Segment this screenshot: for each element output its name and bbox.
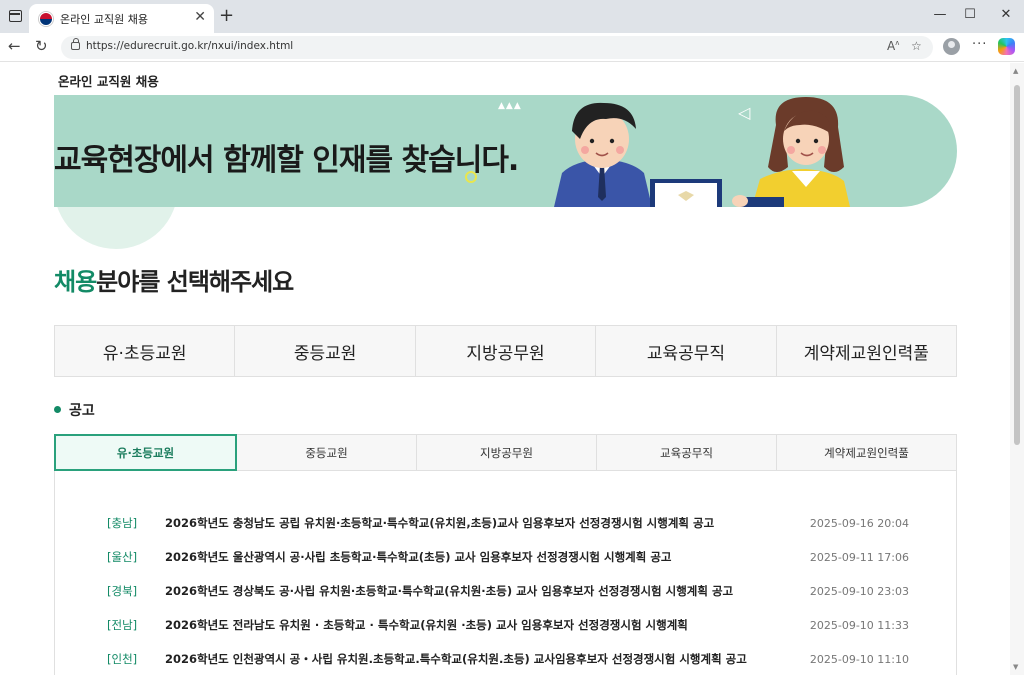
page-scrollbar[interactable]: ▲ ▼: [1010, 63, 1024, 675]
page-content: 온라인 교직원 채용 교육현장에서 함께할 인재를 찾습니다. ▲▲▲ ◁ 채용…: [0, 63, 1010, 675]
list-item[interactable]: [전남] 2026학년도 전라남도 유치원 · 초등학교 · 특수학교(유치원 …: [107, 608, 947, 642]
scroll-down-icon[interactable]: ▼: [1013, 663, 1018, 671]
copilot-icon[interactable]: [998, 38, 1015, 55]
notice-region: [울산]: [107, 550, 138, 564]
maximize-icon[interactable]: ☐: [960, 7, 980, 22]
browser-tab[interactable]: 온라인 교직원 채용 ✕: [29, 4, 214, 33]
bullet-dot-icon: [54, 406, 61, 413]
tab-education-staff[interactable]: 교육공무직: [597, 435, 777, 470]
refresh-icon[interactable]: ↻: [35, 37, 48, 55]
tab-contract-teacher-pool[interactable]: 계약제교원인력풀: [777, 435, 956, 470]
notice-date: 2025-09-11 17:06: [809, 550, 909, 564]
browser-tab-bar: 온라인 교직원 채용 ✕ + — ☐ ✕: [0, 0, 1024, 33]
notice-region: [경북]: [107, 584, 138, 598]
decorative-circle: [56, 207, 178, 251]
list-item[interactable]: [인천] 2026학년도 인천광역시 공・사립 유치원.초등학교.특수학교(유치…: [107, 642, 947, 675]
more-options-icon[interactable]: ···: [972, 37, 987, 52]
category-selector: 유·초등교원 중등교원 지방공무원 교육공무직 계약제교원인력풀: [54, 325, 957, 377]
url-text[interactable]: https://edurecruit.go.kr/nxui/index.html: [86, 40, 293, 52]
lock-icon[interactable]: [71, 38, 80, 50]
notice-tabs: 유·초등교원 중등교원 지방공무원 교육공무직 계약제교원인력풀: [54, 434, 957, 471]
tab-title: 온라인 교직원 채용: [60, 13, 148, 26]
category-contract-teacher-pool[interactable]: 계약제교원인력풀: [777, 326, 956, 376]
decorative-triangles-icon: ▲▲▲: [498, 101, 522, 111]
tab-close-icon[interactable]: ✕: [194, 9, 206, 25]
notice-title-link[interactable]: 2026학년도 전라남도 유치원 · 초등학교 · 특수학교(유치원 ·초등) …: [165, 617, 825, 633]
category-education-staff[interactable]: 교육공무직: [596, 326, 777, 376]
notice-region: [충남]: [107, 516, 138, 530]
notice-region: [전남]: [107, 618, 138, 632]
tab-secondary-teacher[interactable]: 중등교원: [237, 435, 417, 470]
korea-flag-favicon-icon: [39, 12, 53, 26]
notice-heading-text: 공고: [69, 403, 95, 419]
notice-list-panel: [충남] 2026학년도 충청남도 공립 유치원·초등학교·특수학교(유치원,초…: [54, 471, 957, 675]
tab-elementary-teacher[interactable]: 유·초등교원: [54, 434, 237, 471]
scroll-up-icon[interactable]: ▲: [1013, 67, 1018, 75]
notice-date: 2025-09-10 11:10: [809, 652, 909, 666]
notice-date: 2025-09-10 23:03: [809, 584, 909, 598]
notice-date: 2025-09-10 11:33: [809, 618, 909, 632]
list-item[interactable]: [경북] 2026학년도 경상북도 공·사립 유치원·초등학교·특수학교(유치원…: [107, 574, 947, 608]
notice-title-link[interactable]: 2026학년도 인천광역시 공・사립 유치원.초등학교.특수학교(유치원.초등)…: [165, 651, 825, 667]
read-aloud-icon[interactable]: Aʌ: [887, 39, 899, 53]
hero-banner: 교육현장에서 함께할 인재를 찾습니다. ▲▲▲ ◁: [54, 95, 957, 207]
address-bar-row: ← ↻ https://edurecruit.go.kr/nxui/index.…: [0, 33, 1024, 62]
category-elementary-teacher[interactable]: 유·초등교원: [55, 326, 236, 376]
minimize-icon[interactable]: —: [930, 7, 950, 22]
notice-title-link[interactable]: 2026학년도 충청남도 공립 유치원·초등학교·특수학교(유치원,초등)교사 …: [165, 515, 825, 531]
notice-title-link[interactable]: 2026학년도 울산광역시 공·사립 초등학교·특수학교(초등) 교사 임용후보…: [165, 549, 825, 565]
favorite-star-icon[interactable]: ☆: [911, 39, 922, 53]
url-field[interactable]: https://edurecruit.go.kr/nxui/index.html…: [61, 36, 933, 59]
category-local-civil-servant[interactable]: 지방공무원: [416, 326, 597, 376]
section-heading: 채용분야를 선택해주세요: [54, 262, 294, 297]
scrollbar-thumb[interactable]: [1014, 85, 1020, 445]
category-secondary-teacher[interactable]: 중등교원: [235, 326, 416, 376]
window-close-icon[interactable]: ✕: [996, 7, 1016, 22]
list-item[interactable]: [충남] 2026학년도 충청남도 공립 유치원·초등학교·특수학교(유치원,초…: [107, 506, 947, 540]
notice-date: 2025-09-16 20:04: [809, 516, 909, 530]
notice-title-link[interactable]: 2026학년도 경상북도 공·사립 유치원·초등학교·특수학교(유치원·초등) …: [165, 583, 825, 599]
new-tab-plus-icon[interactable]: +: [219, 5, 234, 26]
notice-list: [충남] 2026학년도 충청남도 공립 유치원·초등학교·특수학교(유치원,초…: [107, 506, 947, 675]
section-heading-text: 분야를 선택해주세요: [96, 268, 294, 296]
section-heading-accent: 채용: [54, 268, 97, 296]
list-item[interactable]: [울산] 2026학년도 울산광역시 공·사립 초등학교·특수학교(초등) 교사…: [107, 540, 947, 574]
back-arrow-icon[interactable]: ←: [8, 37, 21, 55]
banner-headline: 교육현장에서 함께할 인재를 찾습니다.: [54, 143, 519, 178]
banner-illustration: [554, 97, 850, 207]
tab-actions-icon[interactable]: [9, 10, 22, 22]
profile-avatar-icon[interactable]: [943, 38, 960, 55]
decorative-ring-icon: [465, 171, 477, 183]
notice-heading: 공고: [54, 400, 95, 420]
tab-local-civil-servant[interactable]: 지방공무원: [417, 435, 597, 470]
site-title[interactable]: 온라인 교직원 채용: [58, 71, 159, 90]
notice-region: [인천]: [107, 652, 138, 666]
